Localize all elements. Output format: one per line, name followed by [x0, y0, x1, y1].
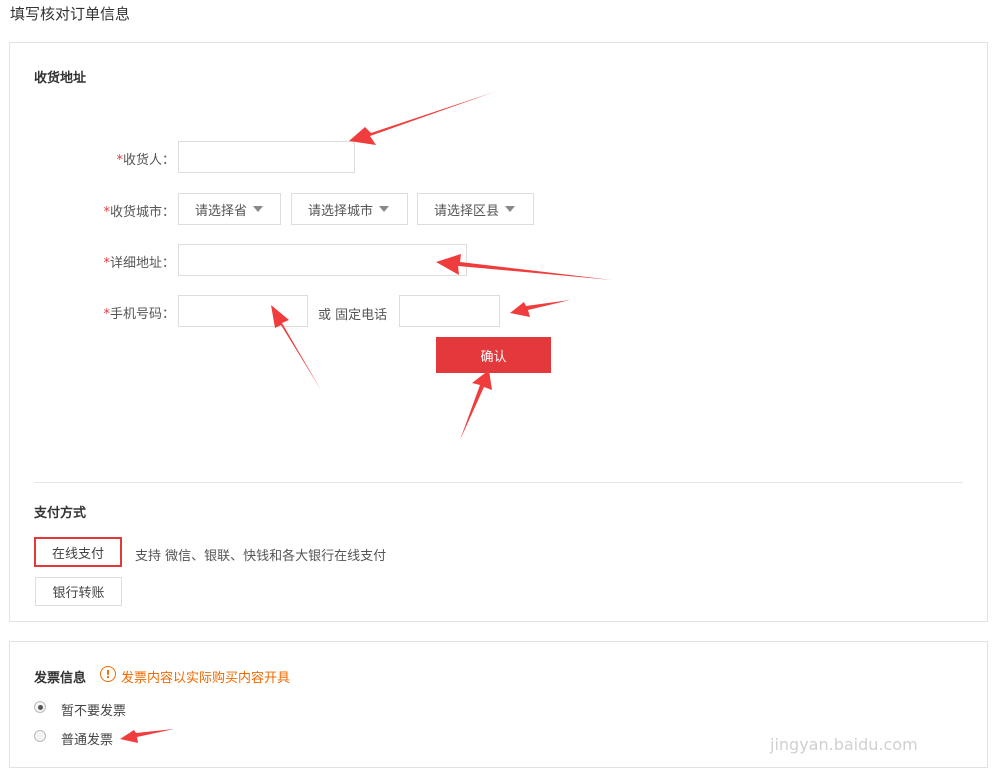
receiver-input[interactable] [178, 141, 355, 173]
page-title: 填写核对订单信息 [10, 5, 131, 23]
radio-no-invoice-label[interactable]: 暂不要发票 [61, 700, 126, 719]
or-phone-label: 或 固定电话 [318, 308, 388, 323]
caret-down-icon [379, 206, 390, 212]
province-select[interactable]: 请选择省 [178, 193, 281, 225]
district-select[interactable]: 请选择区县 [417, 193, 534, 225]
confirm-button[interactable]: 确认 [436, 337, 551, 373]
payment-option-bank-transfer[interactable]: 银行转账 [35, 577, 122, 606]
mobile-label: *手机号码： [103, 307, 175, 322]
city-label: *收货城市： [103, 205, 175, 220]
city-select[interactable]: 请选择城市 [291, 193, 408, 225]
radio-no-invoice[interactable] [34, 701, 46, 713]
address-section-title: 收货地址 [34, 71, 87, 86]
detail-address-input[interactable] [178, 244, 467, 276]
caret-down-icon [253, 206, 264, 212]
address-panel [9, 42, 988, 622]
mobile-input[interactable] [178, 295, 308, 327]
payment-section-title: 支付方式 [34, 506, 87, 521]
exclamation-circle-icon: ! [100, 666, 116, 682]
divider [34, 482, 963, 483]
province-select-label: 请选择省 [195, 203, 248, 219]
watermark-url: jingyan.baidu.com [770, 735, 918, 754]
receiver-label: *收货人： [116, 153, 175, 168]
radio-regular-invoice[interactable] [34, 730, 46, 742]
caret-down-icon [505, 206, 516, 212]
city-select-label: 请选择城市 [308, 203, 374, 219]
invoice-section-title: 发票信息 [34, 671, 87, 686]
payment-description: 支持 微信、银联、快钱和各大银行在线支付 [135, 549, 387, 564]
invoice-notice: 发票内容以实际购买内容开具 [121, 671, 291, 686]
payment-option-online[interactable]: 在线支付 [34, 537, 122, 567]
radio-regular-invoice-label[interactable]: 普通发票 [61, 729, 113, 748]
district-select-label: 请选择区县 [434, 203, 500, 219]
phone-input[interactable] [399, 295, 500, 327]
detail-address-label: *详细地址： [103, 256, 175, 271]
